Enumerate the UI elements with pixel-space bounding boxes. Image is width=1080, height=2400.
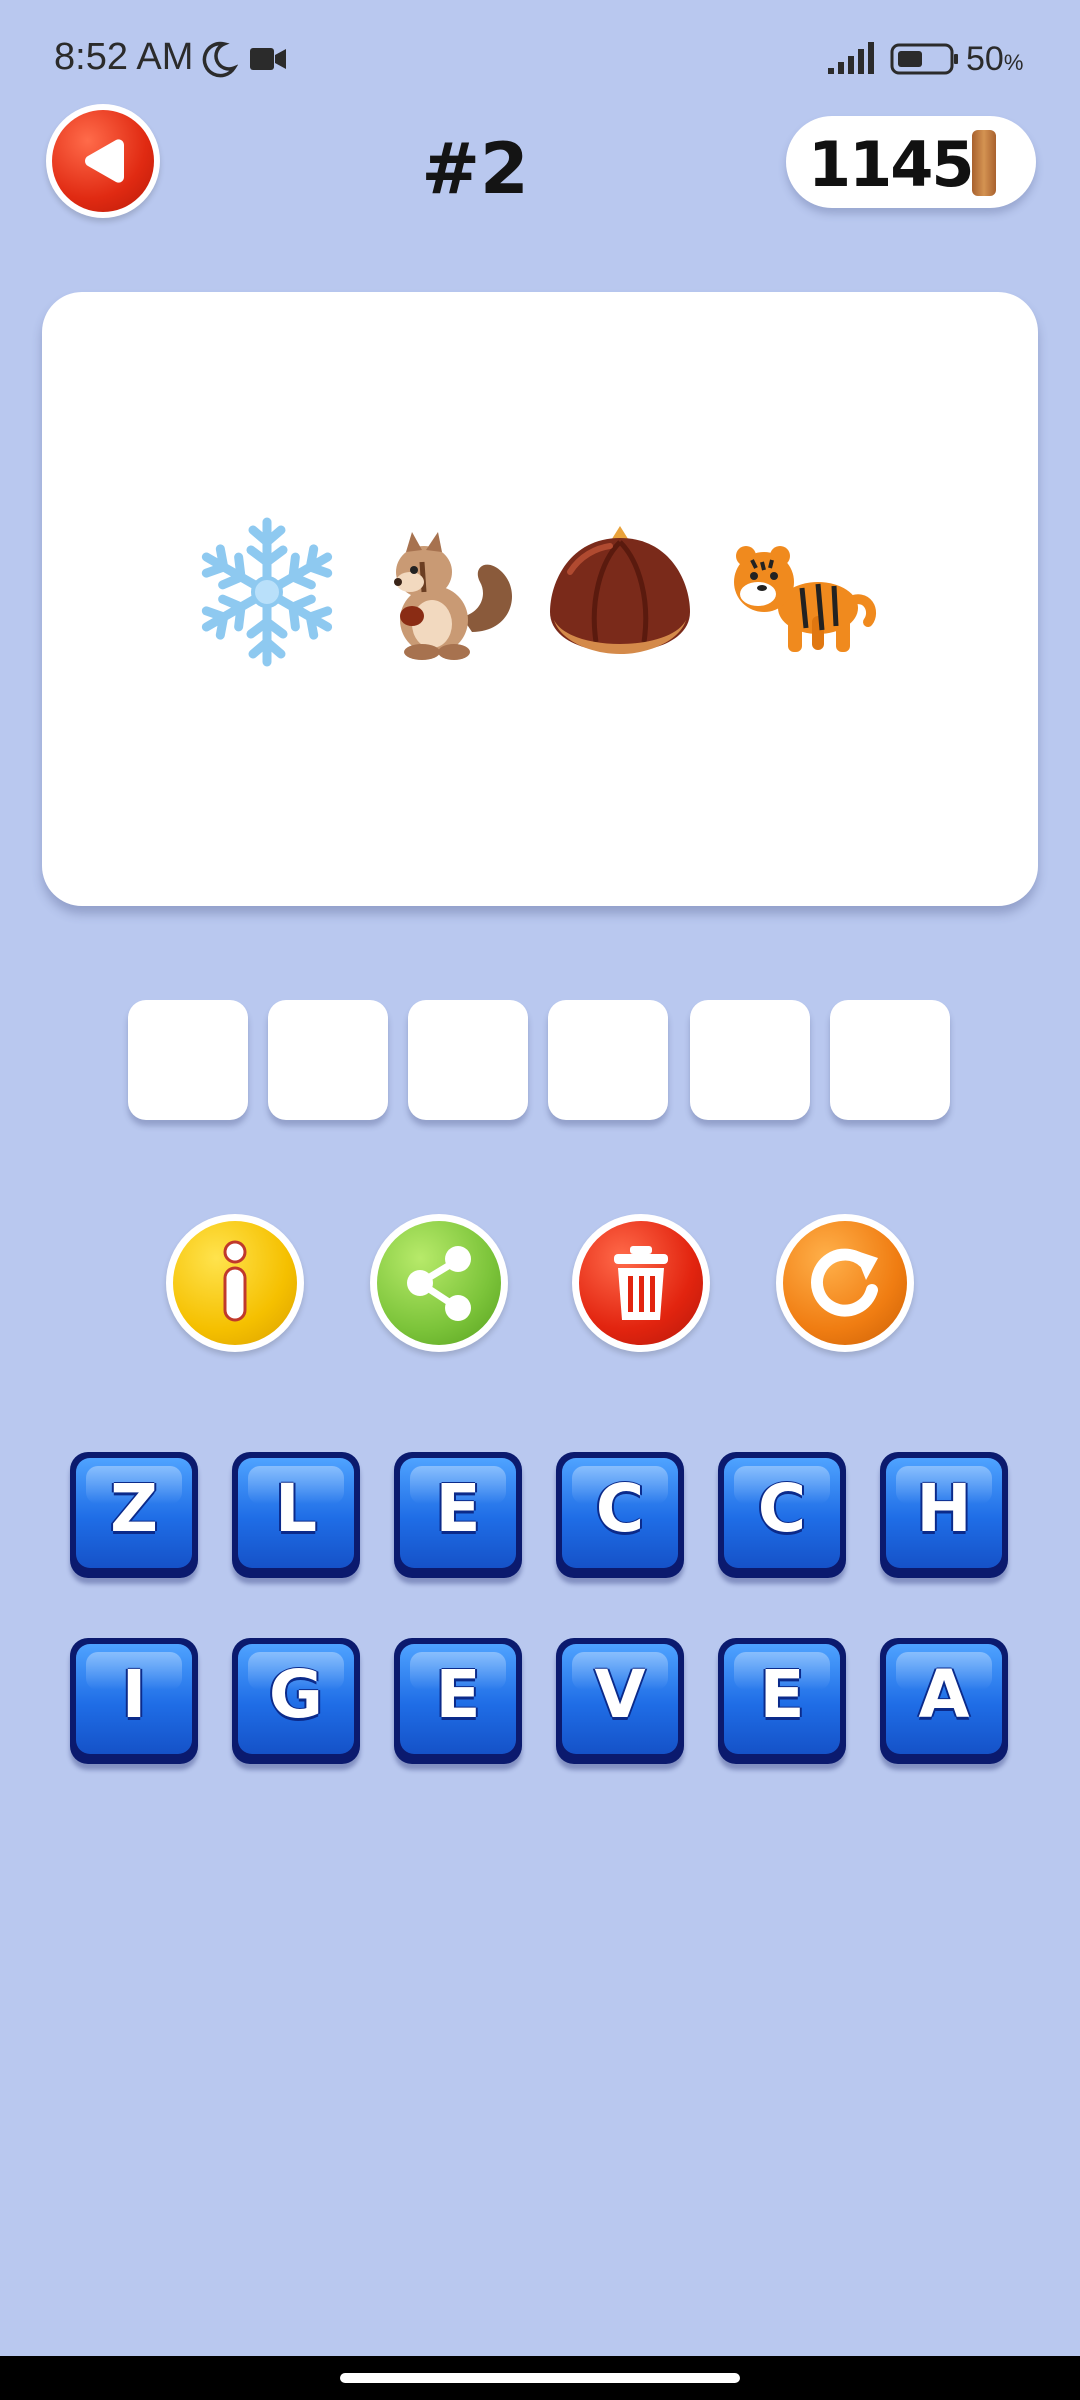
snowflake-icon xyxy=(187,517,347,672)
answer-slot[interactable] xyxy=(548,1000,668,1120)
video-camera-icon xyxy=(250,48,286,70)
refresh-icon xyxy=(811,1248,878,1317)
delete-button[interactable] xyxy=(572,1214,710,1352)
letter-key[interactable]: H xyxy=(880,1452,1008,1578)
coin-icon xyxy=(972,130,996,196)
trash-icon xyxy=(614,1246,668,1320)
answer-slot[interactable] xyxy=(408,1000,528,1120)
status-bar: 8:52 AM 50% xyxy=(0,0,1080,120)
letter-key[interactable]: C xyxy=(556,1452,684,1578)
letter-key[interactable]: G xyxy=(232,1638,360,1764)
signal-icon xyxy=(828,42,874,74)
tiger-icon xyxy=(734,546,877,652)
letter-key[interactable]: E xyxy=(394,1638,522,1764)
letter-key[interactable]: I xyxy=(70,1638,198,1764)
back-button[interactable] xyxy=(46,104,160,218)
level-title: #2 xyxy=(421,128,529,210)
back-arrow-icon xyxy=(85,139,124,183)
letter-key[interactable]: A xyxy=(880,1638,1008,1764)
chipmunk-icon xyxy=(394,532,512,660)
coin-counter[interactable]: 1145 xyxy=(786,116,1036,208)
letter-key[interactable]: C xyxy=(718,1452,846,1578)
letter-key[interactable]: Z xyxy=(70,1452,198,1578)
chestnut-icon xyxy=(550,526,690,654)
letter-key[interactable]: L xyxy=(232,1452,360,1578)
status-time: 8:52 AM xyxy=(54,36,194,78)
share-icon xyxy=(407,1246,471,1321)
share-button[interactable] xyxy=(370,1214,508,1352)
home-indicator[interactable] xyxy=(340,2373,740,2383)
answer-slot[interactable] xyxy=(268,1000,388,1120)
restart-button[interactable] xyxy=(776,1214,914,1352)
battery-icon xyxy=(890,43,958,75)
battery-percent: 50% xyxy=(966,40,1024,78)
moon-icon xyxy=(202,41,238,78)
hint-button[interactable] xyxy=(166,1214,304,1352)
answer-slot[interactable] xyxy=(128,1000,248,1120)
coin-count: 1145 xyxy=(808,128,975,201)
emoji-puzzle-card xyxy=(42,292,1038,906)
letter-key[interactable]: E xyxy=(394,1452,522,1578)
answer-slot[interactable] xyxy=(830,1000,950,1120)
answer-slot[interactable] xyxy=(690,1000,810,1120)
info-icon xyxy=(223,1240,247,1322)
letter-key[interactable]: V xyxy=(556,1638,684,1764)
letter-key[interactable]: E xyxy=(718,1638,846,1764)
